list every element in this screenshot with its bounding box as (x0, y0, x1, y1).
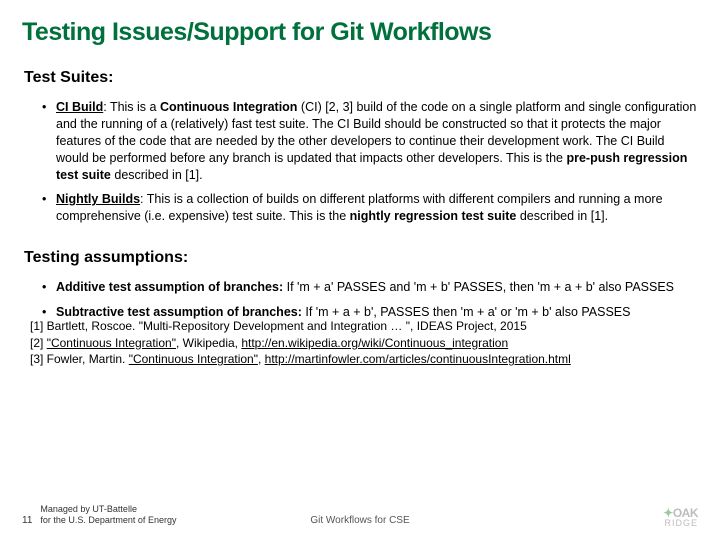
ref-3-title: "Continuous Integration" (129, 352, 258, 366)
ref-2-sep: , Wikipedia, (176, 336, 241, 350)
ci-text-bold: Continuous Integration (160, 100, 297, 114)
ref-3-num: [3] Fowler, Martin. (30, 352, 129, 366)
subtractive-text: If 'm + a + b', PASSES then 'm + a' or '… (302, 305, 631, 319)
managed-line-1: Managed by UT-Battelle (40, 504, 176, 515)
heading-test-suites: Test Suites: (24, 69, 698, 87)
ref-2-num: [2] (30, 336, 47, 350)
bullet-additive: Additive test assumption of branches: If… (42, 279, 698, 296)
heading-assumptions: Testing assumptions: (24, 249, 698, 267)
test-suites-list: CI Build: This is a Continuous Integrati… (22, 99, 698, 225)
nb-text-bold: nightly regression test suite (350, 209, 517, 223)
additive-text: If 'm + a' PASSES and 'm + b' PASSES, th… (283, 280, 674, 294)
additive-label: Additive test assumption of branches: (56, 280, 283, 294)
ci-text-3: described in [1]. (111, 168, 203, 182)
ci-build-label: CI Build (56, 100, 103, 114)
ref-3-link[interactable]: http://martinfowler.com/articles/continu… (265, 352, 571, 366)
bullet-nightly-builds: Nightly Builds: This is a collection of … (42, 191, 698, 225)
nb-text-2: described in [1]. (516, 209, 608, 223)
ref-2-link[interactable]: http://en.wikipedia.org/wiki/Continuous_… (241, 336, 508, 350)
slide: Testing Issues/Support for Git Workflows… (0, 0, 720, 540)
assumptions-list: Additive test assumption of branches: If… (22, 279, 698, 321)
slide-title: Testing Issues/Support for Git Workflows (22, 18, 698, 47)
ci-text-1: : This is a (103, 100, 160, 114)
ref-2: [2] "Continuous Integration", Wikipedia,… (30, 336, 571, 352)
nightly-label: Nightly Builds (56, 192, 140, 206)
ref-2-title: "Continuous Integration" (47, 336, 176, 350)
ref-3-sep: , (258, 352, 265, 366)
logo-ridge: RIDGE (663, 518, 698, 528)
ref-3: [3] Fowler, Martin. "Continuous Integrat… (30, 352, 571, 368)
footer-center: Git Workflows for CSE (0, 515, 720, 526)
subtractive-label: Subtractive test assumption of branches: (56, 305, 302, 319)
ref-1: [1] Bartlett, Roscoe. "Multi-Repository … (30, 319, 571, 335)
bullet-ci-build: CI Build: This is a Continuous Integrati… (42, 99, 698, 183)
references: [1] Bartlett, Roscoe. "Multi-Repository … (30, 319, 571, 369)
oak-ridge-logo: ✦OAK RIDGE (663, 506, 698, 528)
